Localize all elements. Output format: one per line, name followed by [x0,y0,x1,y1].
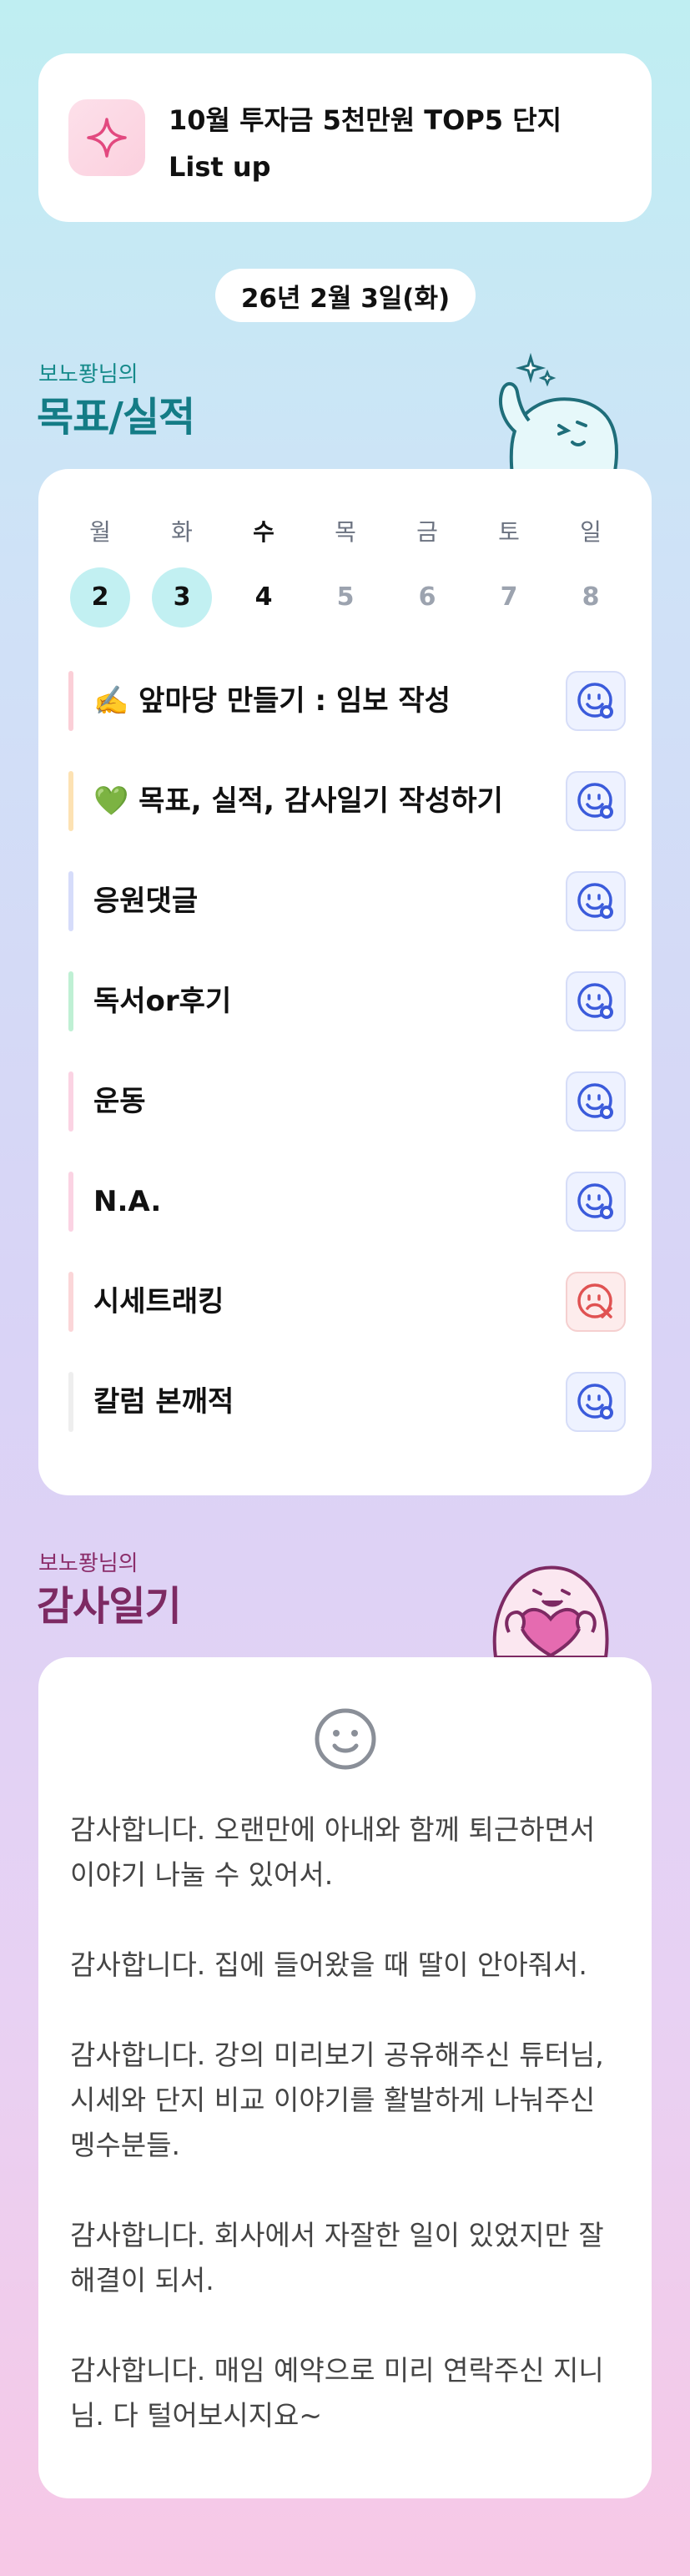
calendar-day[interactable]: 토7 [479,516,539,628]
task-row[interactable]: ✍️ 앞마당 만들기 : 임보 작성 [68,669,626,733]
week-calendar: 월2 화3 수4 목5 금6 토7 일8 [70,516,621,628]
thanks-card: 감사합니다. 오랜만에 아내와 함께 퇴근하면서 이야기 나눌 수 있어서. 감… [38,1657,652,2498]
task-row[interactable]: 독서or후기 [68,970,626,1033]
task-row[interactable]: 💚 목표, 실적, 감사일기 작성하기 [68,769,626,833]
thanks-entry: 감사합니다. 매임 예약으로 미리 연락주신 지니님. 다 털어보시지요~ [70,2354,604,2432]
thanks-section-title: 감사일기 [37,1583,182,1630]
status-happy-icon[interactable] [566,1372,626,1432]
task-label: 운동 [93,1085,146,1118]
goals-section-title: 목표/실적 [37,394,195,441]
task-color-bar [68,1372,73,1432]
status-happy-icon[interactable] [566,1071,626,1132]
task-color-bar [68,871,73,931]
banner-title: 10월 투자금 5천만원 TOP5 단지 List up [169,104,562,183]
task-row[interactable]: 운동 [68,1070,626,1133]
task-label: 칼럼 본깨적 [93,1385,234,1419]
status-happy-icon[interactable] [566,871,626,931]
task-row[interactable]: 응원댓글 [68,870,626,933]
task-label: 응원댓글 [93,885,199,918]
task-label: 💚 목표, 실적, 감사일기 작성하기 [93,784,503,818]
goals-card: 월2 화3 수4 목5 금6 토7 일8 ✍️ 앞마당 만들기 : 임보 작성 💚… [38,469,652,1495]
calendar-day[interactable]: 금6 [397,516,457,628]
task-label: 시세트래킹 [93,1285,224,1318]
task-row[interactable]: N.A. [68,1170,626,1233]
task-color-bar [68,1272,73,1332]
thanks-entry: 감사합니다. 집에 들어왔을 때 딸이 안아줘서. [70,1948,587,1981]
mascot-heart-illustration [492,1565,609,1657]
calendar-day[interactable]: 일8 [561,516,621,628]
task-label: N.A. [93,1185,162,1218]
task-color-bar [68,771,73,831]
calendar-day[interactable]: 월2 [70,516,130,628]
task-row[interactable]: 시세트래킹 [68,1270,626,1333]
goal-banner-card[interactable]: 10월 투자금 5천만원 TOP5 단지 List up [38,53,652,222]
calendar-day[interactable]: 화3 [152,516,212,628]
status-happy-icon[interactable] [566,971,626,1031]
calendar-day[interactable]: 목5 [315,516,375,628]
smile-icon [315,1708,376,1770]
task-color-bar [68,971,73,1031]
thanks-entry: 감사합니다. 강의 미리보기 공유해주신 튜터님, 시세와 단지 비교 이야기를… [70,2039,604,2161]
task-color-bar [68,1071,73,1132]
task-color-bar [68,1172,73,1232]
thanks-entry: 감사합니다. 오랜만에 아내와 함께 퇴근하면서 이야기 나눌 수 있어서. [70,1813,596,1891]
task-row[interactable]: 칼럼 본깨적 [68,1370,626,1434]
status-happy-icon[interactable] [566,671,626,731]
status-happy-icon[interactable] [566,1172,626,1232]
task-color-bar [68,671,73,731]
sparkle-icon [68,99,145,176]
task-label: ✍️ 앞마당 만들기 : 임보 작성 [93,684,451,718]
mascot-cheer-illustration [499,352,618,476]
calendar-day-today[interactable]: 수4 [234,516,294,628]
status-happy-icon[interactable] [566,771,626,831]
status-sad-icon[interactable] [566,1272,626,1332]
thanks-entry: 감사합니다. 회사에서 자잘한 일이 있었지만 잘 해결이 되서. [70,2219,604,2296]
task-label: 독서or후기 [93,985,232,1018]
date-label[interactable]: 26년 2월 3일(화) [215,269,476,322]
thanks-entries: 감사합니다. 오랜만에 아내와 함께 퇴근하면서 이야기 나눌 수 있어서. 감… [70,1807,624,2483]
